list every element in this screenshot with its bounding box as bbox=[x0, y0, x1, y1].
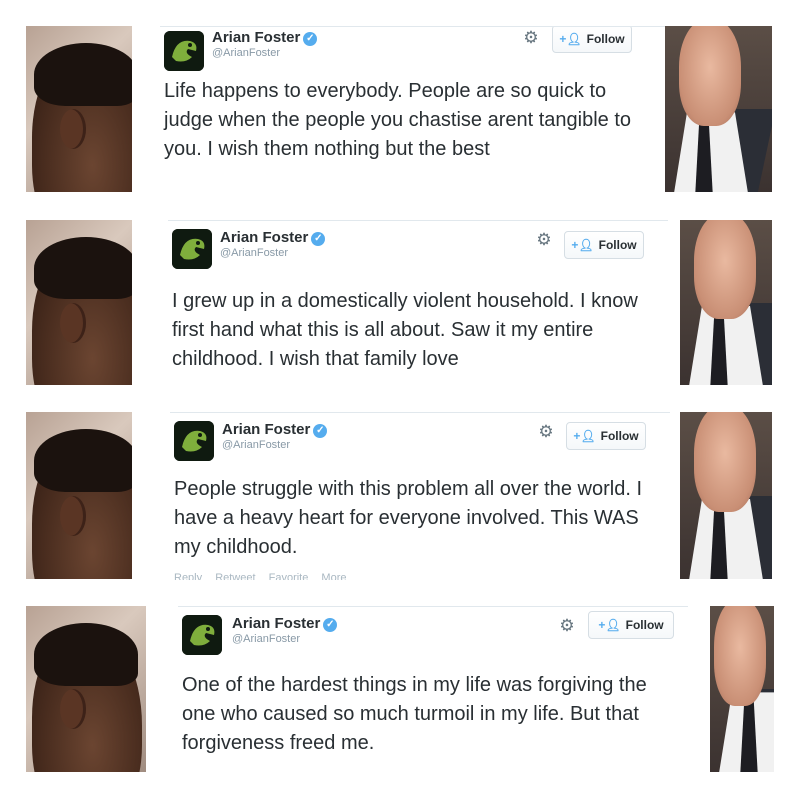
author-handle[interactable]: @ArianFoster bbox=[232, 633, 300, 645]
gear-icon[interactable]: ⚙ bbox=[522, 29, 540, 47]
verified-badge-icon: ✓ bbox=[303, 32, 318, 46]
commissioner-photo bbox=[680, 412, 772, 579]
gear-icon[interactable]: ⚙ bbox=[558, 617, 576, 635]
add-user-icon: +👤︎ bbox=[573, 429, 596, 443]
gear-icon[interactable]: ⚙ bbox=[537, 423, 555, 441]
player-photo bbox=[26, 606, 146, 772]
collage-row-3: Arian Foster ✓ @ArianFoster ⚙ +👤︎ Follow P… bbox=[0, 412, 801, 580]
more-button[interactable]: More bbox=[321, 572, 346, 580]
verified-badge-icon: ✓ bbox=[313, 424, 328, 438]
avatar[interactable] bbox=[164, 31, 204, 71]
tweet-card: Arian Foster ✓ @ArianFoster ⚙ +👤︎ Follow P… bbox=[170, 412, 670, 580]
commissioner-photo bbox=[710, 606, 774, 772]
player-photo bbox=[26, 412, 132, 579]
verified-badge-icon: ✓ bbox=[311, 232, 326, 246]
follow-button[interactable]: +👤︎ Follow bbox=[566, 422, 646, 450]
author-name[interactable]: Arian Foster ✓ bbox=[222, 421, 328, 438]
tweet-text: Life happens to everybody. People are so… bbox=[164, 80, 632, 160]
follow-button[interactable]: +👤︎ Follow bbox=[564, 231, 644, 259]
avatar[interactable] bbox=[174, 421, 214, 461]
retweet-button[interactable]: Retweet bbox=[215, 572, 255, 580]
add-user-icon: +👤︎ bbox=[598, 618, 621, 632]
author-handle[interactable]: @ArianFoster bbox=[222, 439, 290, 451]
author-name[interactable]: Arian Foster ✓ bbox=[212, 29, 318, 46]
tweet-card: Arian Foster ✓ @ArianFoster ⚙ +👤︎ Follow O… bbox=[178, 606, 688, 773]
tweet-card: Arian Foster ✓ @ArianFoster ⚙ +👤︎ Follow L… bbox=[160, 26, 665, 193]
add-user-icon: +👤︎ bbox=[559, 32, 582, 46]
author-handle[interactable]: @ArianFoster bbox=[220, 247, 288, 259]
author-name[interactable]: Arian Foster ✓ bbox=[220, 229, 326, 246]
collage-row-4: Arian Foster ✓ @ArianFoster ⚙ +👤︎ Follow O… bbox=[0, 606, 801, 773]
player-photo bbox=[26, 26, 132, 192]
author-name[interactable]: Arian Foster ✓ bbox=[232, 615, 338, 632]
tweet-text: One of the hardest things in my life was… bbox=[182, 674, 647, 754]
author-handle[interactable]: @ArianFoster bbox=[212, 47, 280, 59]
avatar[interactable] bbox=[172, 229, 212, 269]
commissioner-photo bbox=[680, 220, 772, 385]
tweet-card: Arian Foster ✓ @ArianFoster ⚙ +👤︎ Follow I… bbox=[168, 220, 668, 386]
gear-icon[interactable]: ⚙ bbox=[535, 231, 553, 249]
verified-badge-icon: ✓ bbox=[323, 618, 338, 632]
tweet-actions: Reply Retweet Favorite More bbox=[174, 572, 356, 580]
tweet-text: People struggle with this problem all ov… bbox=[174, 478, 643, 558]
follow-button[interactable]: +👤︎ Follow bbox=[588, 611, 674, 639]
commissioner-photo bbox=[665, 26, 772, 192]
avatar[interactable] bbox=[182, 615, 222, 655]
player-photo bbox=[26, 220, 132, 385]
follow-button[interactable]: +👤︎ Follow bbox=[552, 27, 632, 53]
add-user-icon: +👤︎ bbox=[571, 238, 594, 252]
collage-row-1: Arian Foster ✓ @ArianFoster ⚙ +👤︎ Follow L… bbox=[0, 26, 801, 193]
collage-row-2: Arian Foster ✓ @ArianFoster ⚙ +👤︎ Follow I… bbox=[0, 220, 801, 386]
favorite-button[interactable]: Favorite bbox=[269, 572, 309, 580]
reply-button[interactable]: Reply bbox=[174, 572, 202, 580]
tweet-text: I grew up in a domestically violent hous… bbox=[172, 290, 638, 370]
